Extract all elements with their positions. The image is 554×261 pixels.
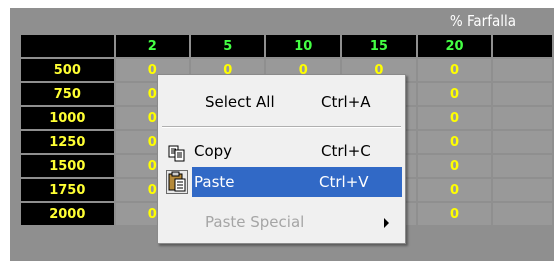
- menu-item-label: Paste: [194, 173, 235, 191]
- column-header: 15: [342, 35, 416, 57]
- row-header: 500: [21, 59, 114, 81]
- menu-separator: [162, 126, 401, 128]
- context-menu: Select All Ctrl+A Copy Ctrl+C Paste Ctrl…: [157, 74, 406, 244]
- menu-item-shortcut: Ctrl+A: [321, 93, 371, 111]
- row-header: 1000: [21, 107, 114, 129]
- row-header: 1750: [21, 179, 114, 201]
- menu-item-label: Paste Special: [205, 213, 305, 231]
- row-header: 2000: [21, 203, 114, 225]
- table-cell[interactable]: 0: [417, 59, 492, 81]
- table-cell[interactable]: [493, 179, 552, 201]
- column-header: [493, 35, 552, 57]
- table-cell[interactable]: 0: [417, 179, 492, 201]
- menu-item-paste[interactable]: Paste Ctrl+V: [192, 167, 402, 197]
- row-header: 1250: [21, 131, 114, 153]
- table-cell[interactable]: 0: [417, 83, 492, 105]
- column-header: 10: [266, 35, 341, 57]
- row-header: 1500: [21, 155, 114, 177]
- menu-item-label: Copy: [194, 142, 233, 160]
- table-cell[interactable]: 0: [417, 107, 492, 129]
- column-header: 2: [115, 35, 190, 57]
- table-corner: [21, 35, 114, 57]
- row-header: 750: [21, 83, 114, 105]
- menu-item-copy[interactable]: Copy Ctrl+C: [160, 136, 401, 166]
- table-cell[interactable]: [493, 83, 552, 105]
- copy-icon: [168, 142, 186, 162]
- table-cell[interactable]: [493, 59, 552, 81]
- menu-item-paste-special[interactable]: Paste Special: [160, 207, 401, 237]
- table-cell[interactable]: [493, 107, 552, 129]
- table-cell[interactable]: 0: [417, 131, 492, 153]
- table-cell[interactable]: [493, 155, 552, 177]
- table-cell[interactable]: 0: [417, 203, 492, 225]
- table-cell[interactable]: 0: [417, 155, 492, 177]
- table-title: % Farfalla: [449, 12, 516, 30]
- table-cell[interactable]: [493, 203, 552, 225]
- menu-item-select-all[interactable]: Select All Ctrl+A: [160, 87, 401, 117]
- column-header: 20: [417, 35, 492, 57]
- submenu-arrow-icon: [384, 218, 389, 228]
- paste-icon: [166, 170, 188, 194]
- column-header: 5: [191, 35, 265, 57]
- menu-item-shortcut: Ctrl+C: [321, 142, 371, 160]
- menu-item-shortcut: Ctrl+V: [319, 173, 369, 191]
- table-cell[interactable]: [493, 131, 552, 153]
- menu-item-label: Select All: [205, 93, 275, 111]
